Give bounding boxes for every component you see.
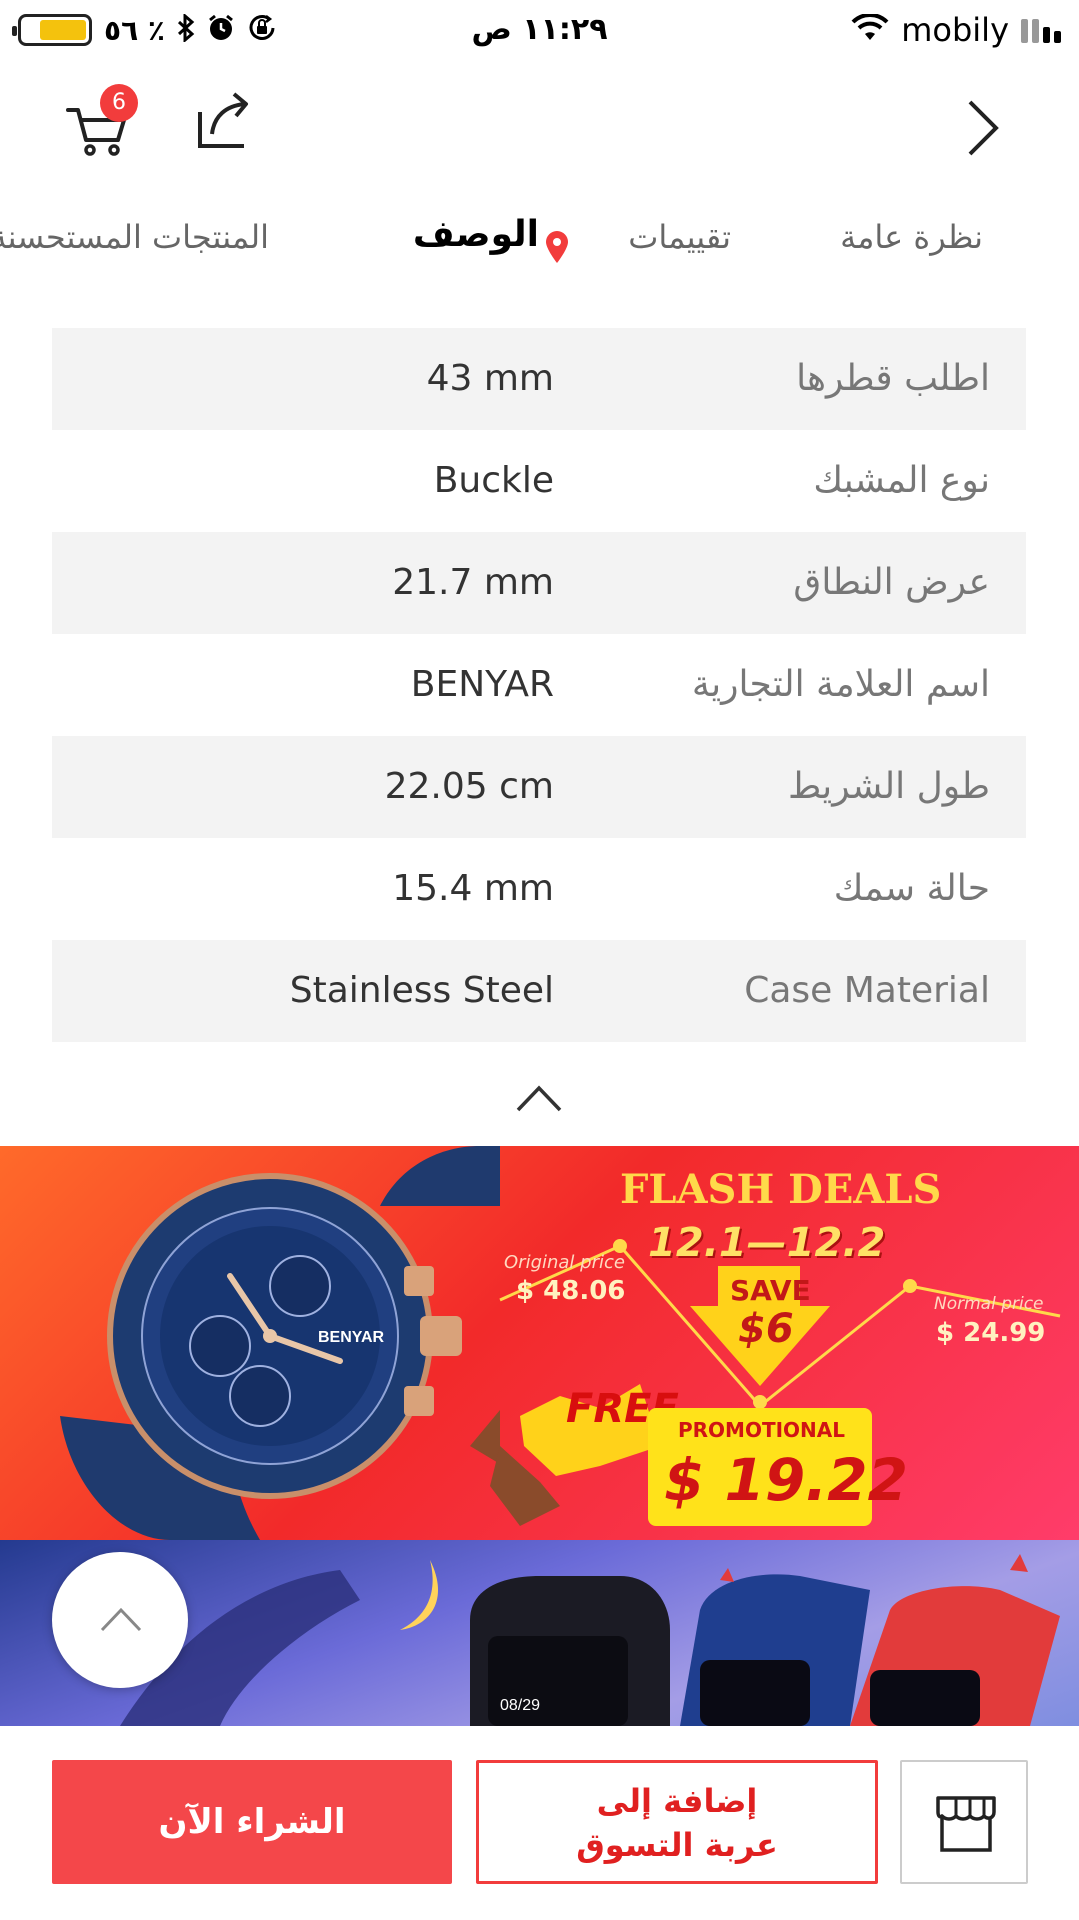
add-to-cart-line2: عربة التسوق [576,1826,778,1864]
signal-icon [1021,17,1061,43]
bottom-action-bar: الشراء الآن إضافة إلى عربة التسوق [0,1726,1079,1920]
cart-count-badge: 6 [100,84,138,122]
save-label: SAVE [730,1274,811,1307]
share-icon [198,92,248,148]
spec-table: 43 mm اطلب قطرها Buckle نوع المشبك 21.7 … [52,328,1026,1042]
normal-price-label: Normal price [934,1294,1044,1314]
share-button[interactable] [192,90,256,154]
add-to-cart-line1: إضافة إلى [596,1782,758,1820]
band-date: 08/29 [500,1697,540,1714]
spec-row: Stainless Steel Case Material [52,940,1026,1042]
spec-value: 43 mm [426,358,554,399]
original-price: $ 48.06 [516,1276,626,1306]
spec-label: عرض النطاق [793,562,990,603]
flash-deals-dates: 12.1—12.2 [648,1220,886,1266]
save-amount: $6 [738,1306,794,1352]
spec-label: حالة سمك [833,868,990,909]
spec-row: 15.4 mm حالة سمك [52,838,1026,940]
spec-label: نوع المشبك [813,460,990,501]
forward-button[interactable] [958,96,1008,160]
spec-value: 15.4 mm [392,868,554,909]
buy-now-button[interactable]: الشراء الآن [52,1760,452,1884]
spec-row: 21.7 mm عرض النطاق [52,532,1026,634]
tab-overview[interactable]: نظرة عامة [840,218,983,256]
chevron-right-icon [968,100,999,156]
add-to-cart-button[interactable]: إضافة إلى عربة التسوق [476,1760,878,1884]
spec-value: 21.7 mm [392,562,554,603]
status-right: mobily [851,10,1061,50]
promo-label: PROMOTIONAL [678,1418,846,1442]
scroll-to-top-button[interactable] [52,1552,188,1688]
collapse-specs-button[interactable] [514,1080,564,1116]
spec-value: 22.05 cm [384,766,554,807]
status-bar: ٥٦ ٪ ١١:٢٩ ص mobily [0,0,1079,60]
spec-label: Case Material [744,970,990,1011]
location-pin-icon [546,231,568,263]
tab-recommended[interactable]: المنتجات المستحسنة [0,218,269,256]
original-price-label: Original price [504,1252,625,1273]
chevron-up-icon [100,1607,142,1632]
spec-row: Buckle نوع المشبك [52,430,1026,532]
top-nav: 6 [0,60,1079,180]
promo-price: $ 19.22 [664,1446,909,1514]
spec-row: BENYAR اسم العلامة التجارية [52,634,1026,736]
product-page: ٥٦ ٪ ١١:٢٩ ص mobily 6 نظرة عامة تقييمات … [0,0,1079,1920]
spec-row: 43 mm اطلب قطرها [52,328,1026,430]
spec-label: اسم العلامة التجارية [691,664,990,705]
section-tabs: نظرة عامة تقييمات الوصف المنتجات المستحس… [0,208,1079,278]
normal-price: $ 24.99 [936,1318,1046,1348]
wifi-icon [851,12,889,46]
carrier-name: mobily [901,11,1009,49]
flash-deals-title: FLASH DEALS [620,1166,942,1213]
spec-label: طول الشريط [788,766,990,807]
spec-row: 22.05 cm طول الشريط [52,736,1026,838]
spec-value: Stainless Steel [289,970,554,1011]
spec-label: اطلب قطرها [796,358,990,399]
store-icon [936,1796,996,1852]
tab-reviews[interactable]: تقييمات [628,218,731,256]
flash-deals-banner[interactable]: BENYAR FLASH DEALS 12.1—12.2 Original pr… [0,1146,1079,1540]
chevron-up-icon [516,1085,562,1112]
spec-value: BENYAR [410,664,554,705]
store-button[interactable] [900,1760,1028,1884]
tab-description[interactable]: الوصف [413,214,539,255]
spec-value: Buckle [433,460,554,501]
